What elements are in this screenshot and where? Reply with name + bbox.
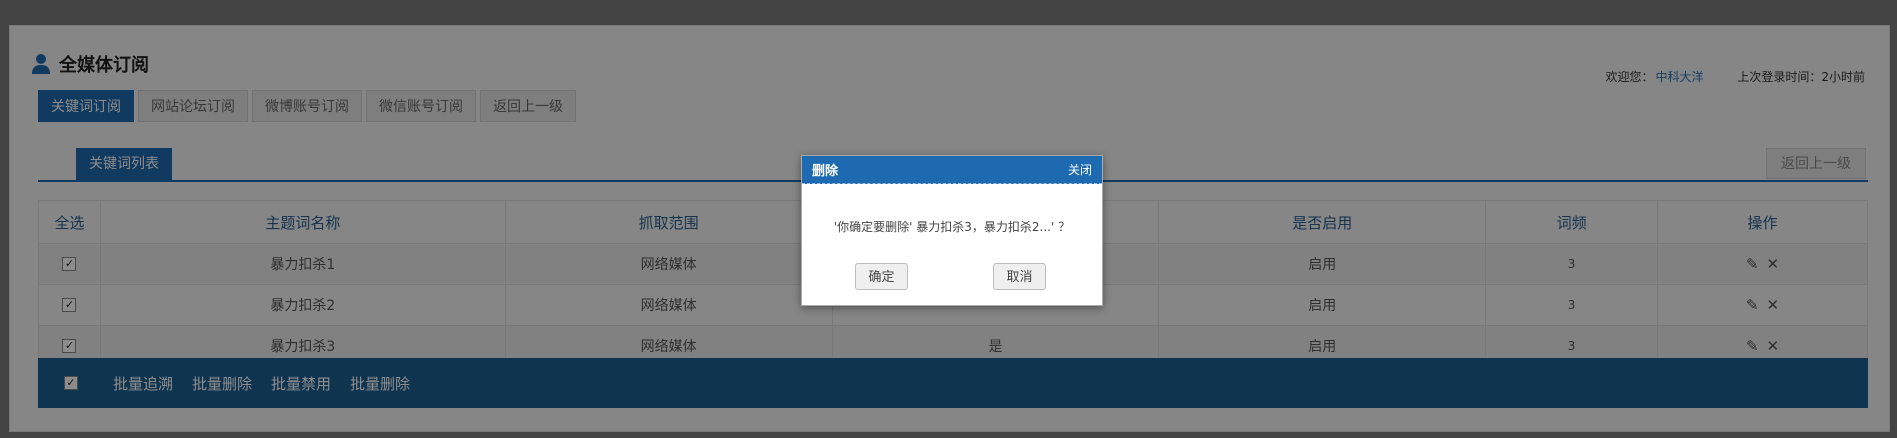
dialog-header: 删除 关闭 bbox=[802, 156, 1102, 184]
cancel-button[interactable]: 取消 bbox=[993, 263, 1046, 290]
confirm-button[interactable]: 确定 bbox=[855, 263, 908, 290]
dialog-message: '你确定要删除' 暴力扣杀3，暴力扣杀2...' ？ bbox=[833, 220, 1071, 234]
dialog-title: 删除 bbox=[812, 164, 839, 179]
delete-confirm-dialog: 删除 关闭 '你确定要删除' 暴力扣杀3，暴力扣杀2...' ？ 确定 取消 bbox=[801, 155, 1103, 306]
dialog-close-button[interactable]: 关闭 bbox=[1068, 161, 1092, 178]
